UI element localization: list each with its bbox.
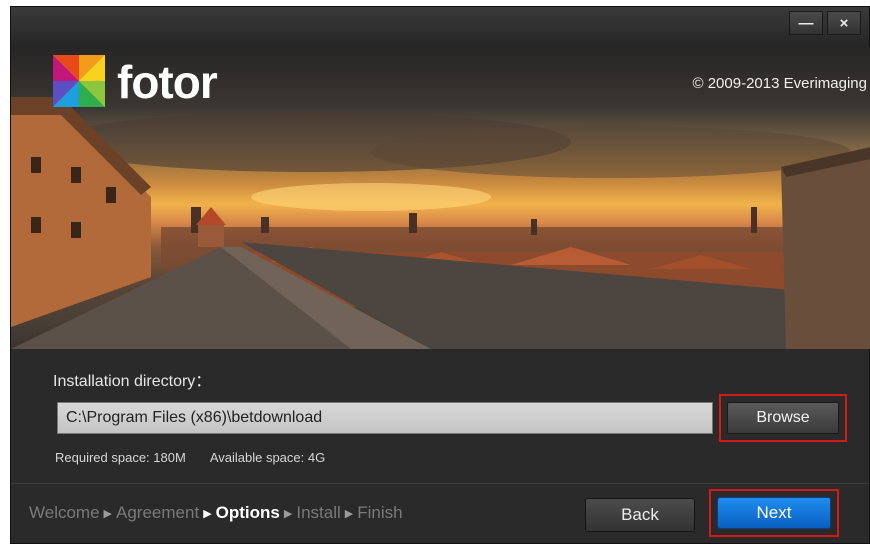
step-arrow-icon: ▶ [344,507,354,520]
title-bar[interactable]: — × [11,7,869,47]
step-options: Options [215,503,280,522]
step-finish: Finish [357,503,403,522]
fotor-logo-icon [53,55,105,108]
back-button[interactable]: Back [585,498,695,532]
step-arrow-icon: ▶ [103,507,113,520]
next-highlight: Next [709,489,839,537]
available-space-text: Available space: 4G [209,450,326,465]
wizard-steps: Welcome ▶ Agreement ▶ Options ▶ Install … [29,503,403,523]
browse-highlight: Browse [719,394,847,442]
installation-path-field[interactable] [57,402,713,434]
step-install: Install [296,503,341,522]
step-welcome: Welcome [29,503,100,522]
window-controls: — × [789,11,861,35]
installer-window: — × fotor © 2009-2013 Everimaging Instal… [10,6,870,544]
banner-image: fotor © 2009-2013 Everimaging [11,47,870,349]
required-space-text: Required space: 180M [55,450,186,465]
next-button[interactable]: Next [717,497,831,529]
fotor-logo: fotor [53,55,218,109]
step-arrow-icon: ▶ [283,507,293,520]
footer-divider [11,483,869,484]
logo-wordmark: fotor [117,56,218,108]
copyright-text: © 2009-2013 Everimaging [692,75,868,92]
close-button[interactable]: × [827,11,861,35]
browse-button[interactable]: Browse [727,402,839,434]
space-info: Required space: 180M Available space: 4G [55,450,325,465]
installation-directory-label: Installation directory： [53,373,212,390]
step-agreement: Agreement [116,503,200,522]
step-arrow-icon: ▶ [203,507,212,520]
minimize-button[interactable]: — [789,11,823,35]
